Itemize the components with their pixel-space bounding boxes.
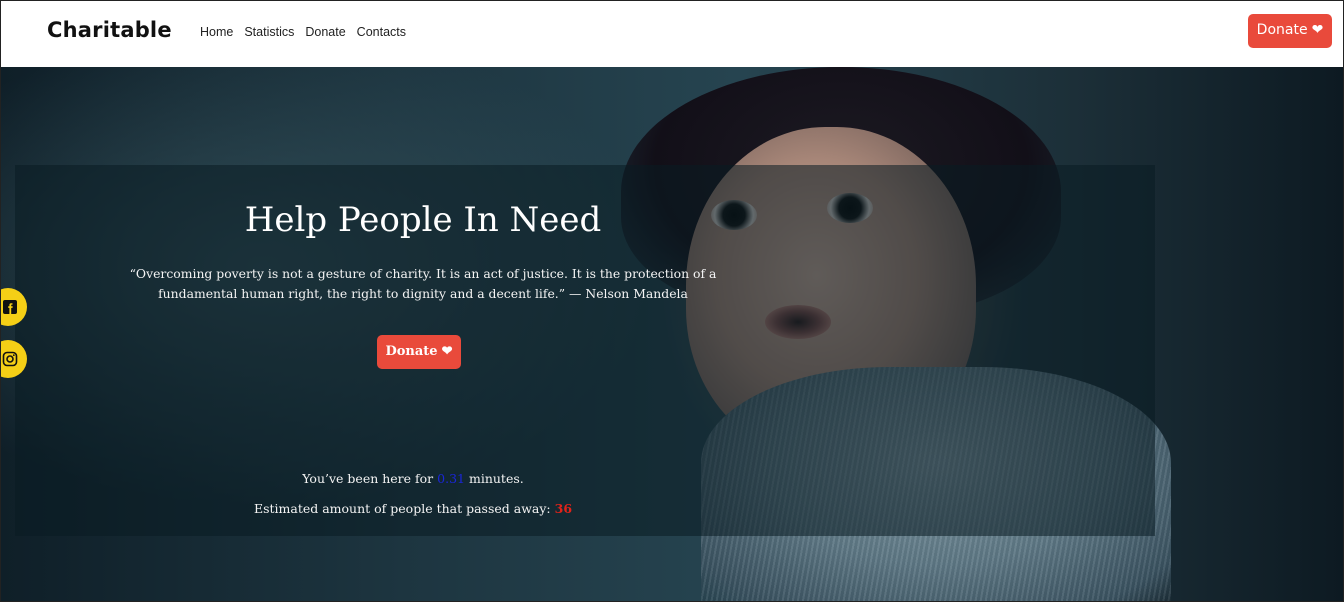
hero-quote: “Overcoming poverty is not a gesture of … bbox=[129, 266, 717, 301]
nav-donate[interactable]: Donate bbox=[305, 25, 345, 39]
time-suffix: minutes. bbox=[468, 471, 524, 486]
heart-icon: ❤ bbox=[1311, 21, 1324, 38]
time-value: 0.31 bbox=[437, 471, 465, 486]
navbar-donate-label: Donate bbox=[1256, 21, 1308, 38]
heart-icon: ❤ bbox=[441, 343, 453, 359]
brand-logo[interactable]: Charitable bbox=[47, 18, 172, 42]
death-estimate-text: Estimated amount of people that passed a… bbox=[1, 501, 825, 516]
nav-links: Home Statistics Donate Contacts bbox=[200, 25, 406, 39]
page: Charitable Home Statistics Donate Contac… bbox=[0, 0, 1344, 602]
hero-title: Help People In Need bbox=[244, 200, 602, 240]
time-spent-text: You’ve been here for 0.31 minutes. bbox=[1, 471, 825, 486]
death-value: 36 bbox=[554, 501, 573, 516]
instagram-icon bbox=[2, 351, 18, 367]
hero-section: Help People In Need “Overcoming poverty … bbox=[1, 67, 1343, 601]
death-prefix: Estimated amount of people that passed a… bbox=[253, 501, 551, 516]
navbar: Charitable Home Statistics Donate Contac… bbox=[1, 1, 1343, 67]
facebook-icon bbox=[2, 299, 18, 315]
hero-donate-label: Donate bbox=[385, 343, 438, 359]
nav-statistics[interactable]: Statistics bbox=[244, 25, 294, 39]
nav-contacts[interactable]: Contacts bbox=[357, 25, 406, 39]
time-prefix: You’ve been here for bbox=[302, 471, 434, 486]
navbar-donate-button[interactable]: Donate ❤ bbox=[1248, 14, 1332, 48]
hero-donate-button[interactable]: Donate ❤ bbox=[377, 335, 461, 369]
nav-home[interactable]: Home bbox=[200, 25, 233, 39]
